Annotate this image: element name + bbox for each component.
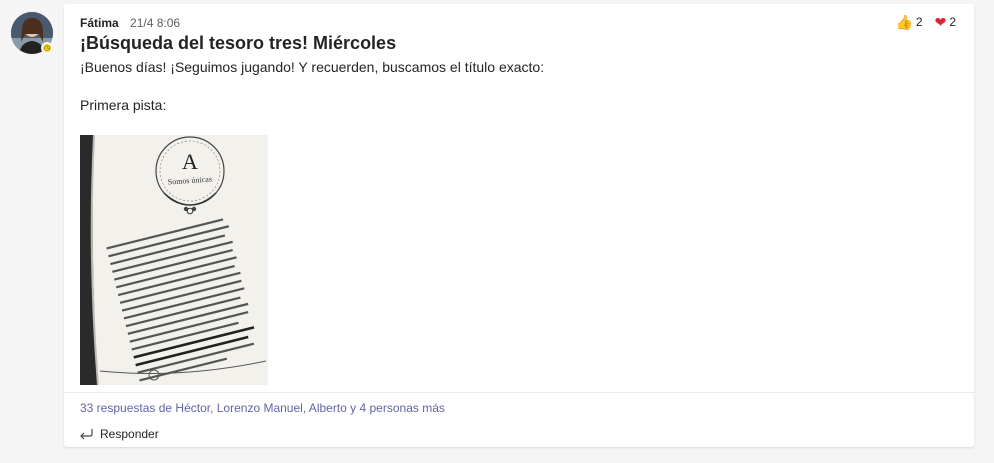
- status-away-icon: ◷: [41, 42, 53, 54]
- author-name[interactable]: Fátima: [80, 16, 119, 30]
- reaction-like-count: 2: [915, 15, 923, 29]
- message-timestamp: 21/4 8:06: [130, 16, 181, 30]
- attached-image[interactable]: A Somos únicas: [80, 135, 268, 385]
- reply-button[interactable]: Responder: [78, 427, 159, 441]
- chapter-letter: A: [182, 149, 198, 174]
- message-title: ¡Búsqueda del tesoro tres! Miércoles: [80, 33, 397, 53]
- reactions: 👍 2 ❤ 2: [895, 15, 956, 29]
- reaction-heart-count: 2: [949, 15, 956, 29]
- heart-icon: ❤: [934, 14, 947, 30]
- message-body-line: ¡Buenos días! ¡Seguimos jugando! Y recue…: [80, 59, 545, 75]
- message-meta: Fátima 21/4 8:06: [80, 16, 180, 30]
- reaction-like[interactable]: 👍 2: [895, 15, 922, 29]
- thumbs-up-icon: 👍: [895, 14, 913, 30]
- reaction-heart[interactable]: ❤ 2: [935, 15, 956, 29]
- reply-arrow-icon: [80, 429, 93, 440]
- message-body-line: Primera pista:: [80, 97, 167, 113]
- replies-summary-link[interactable]: 33 respuestas de Héctor, Lorenzo Manuel,…: [80, 401, 445, 415]
- message-card: Fátima 21/4 8:06 👍 2 ❤ 2 ¡Búsqueda del t…: [64, 4, 974, 447]
- reply-label: Responder: [100, 427, 159, 441]
- divider: [64, 392, 974, 393]
